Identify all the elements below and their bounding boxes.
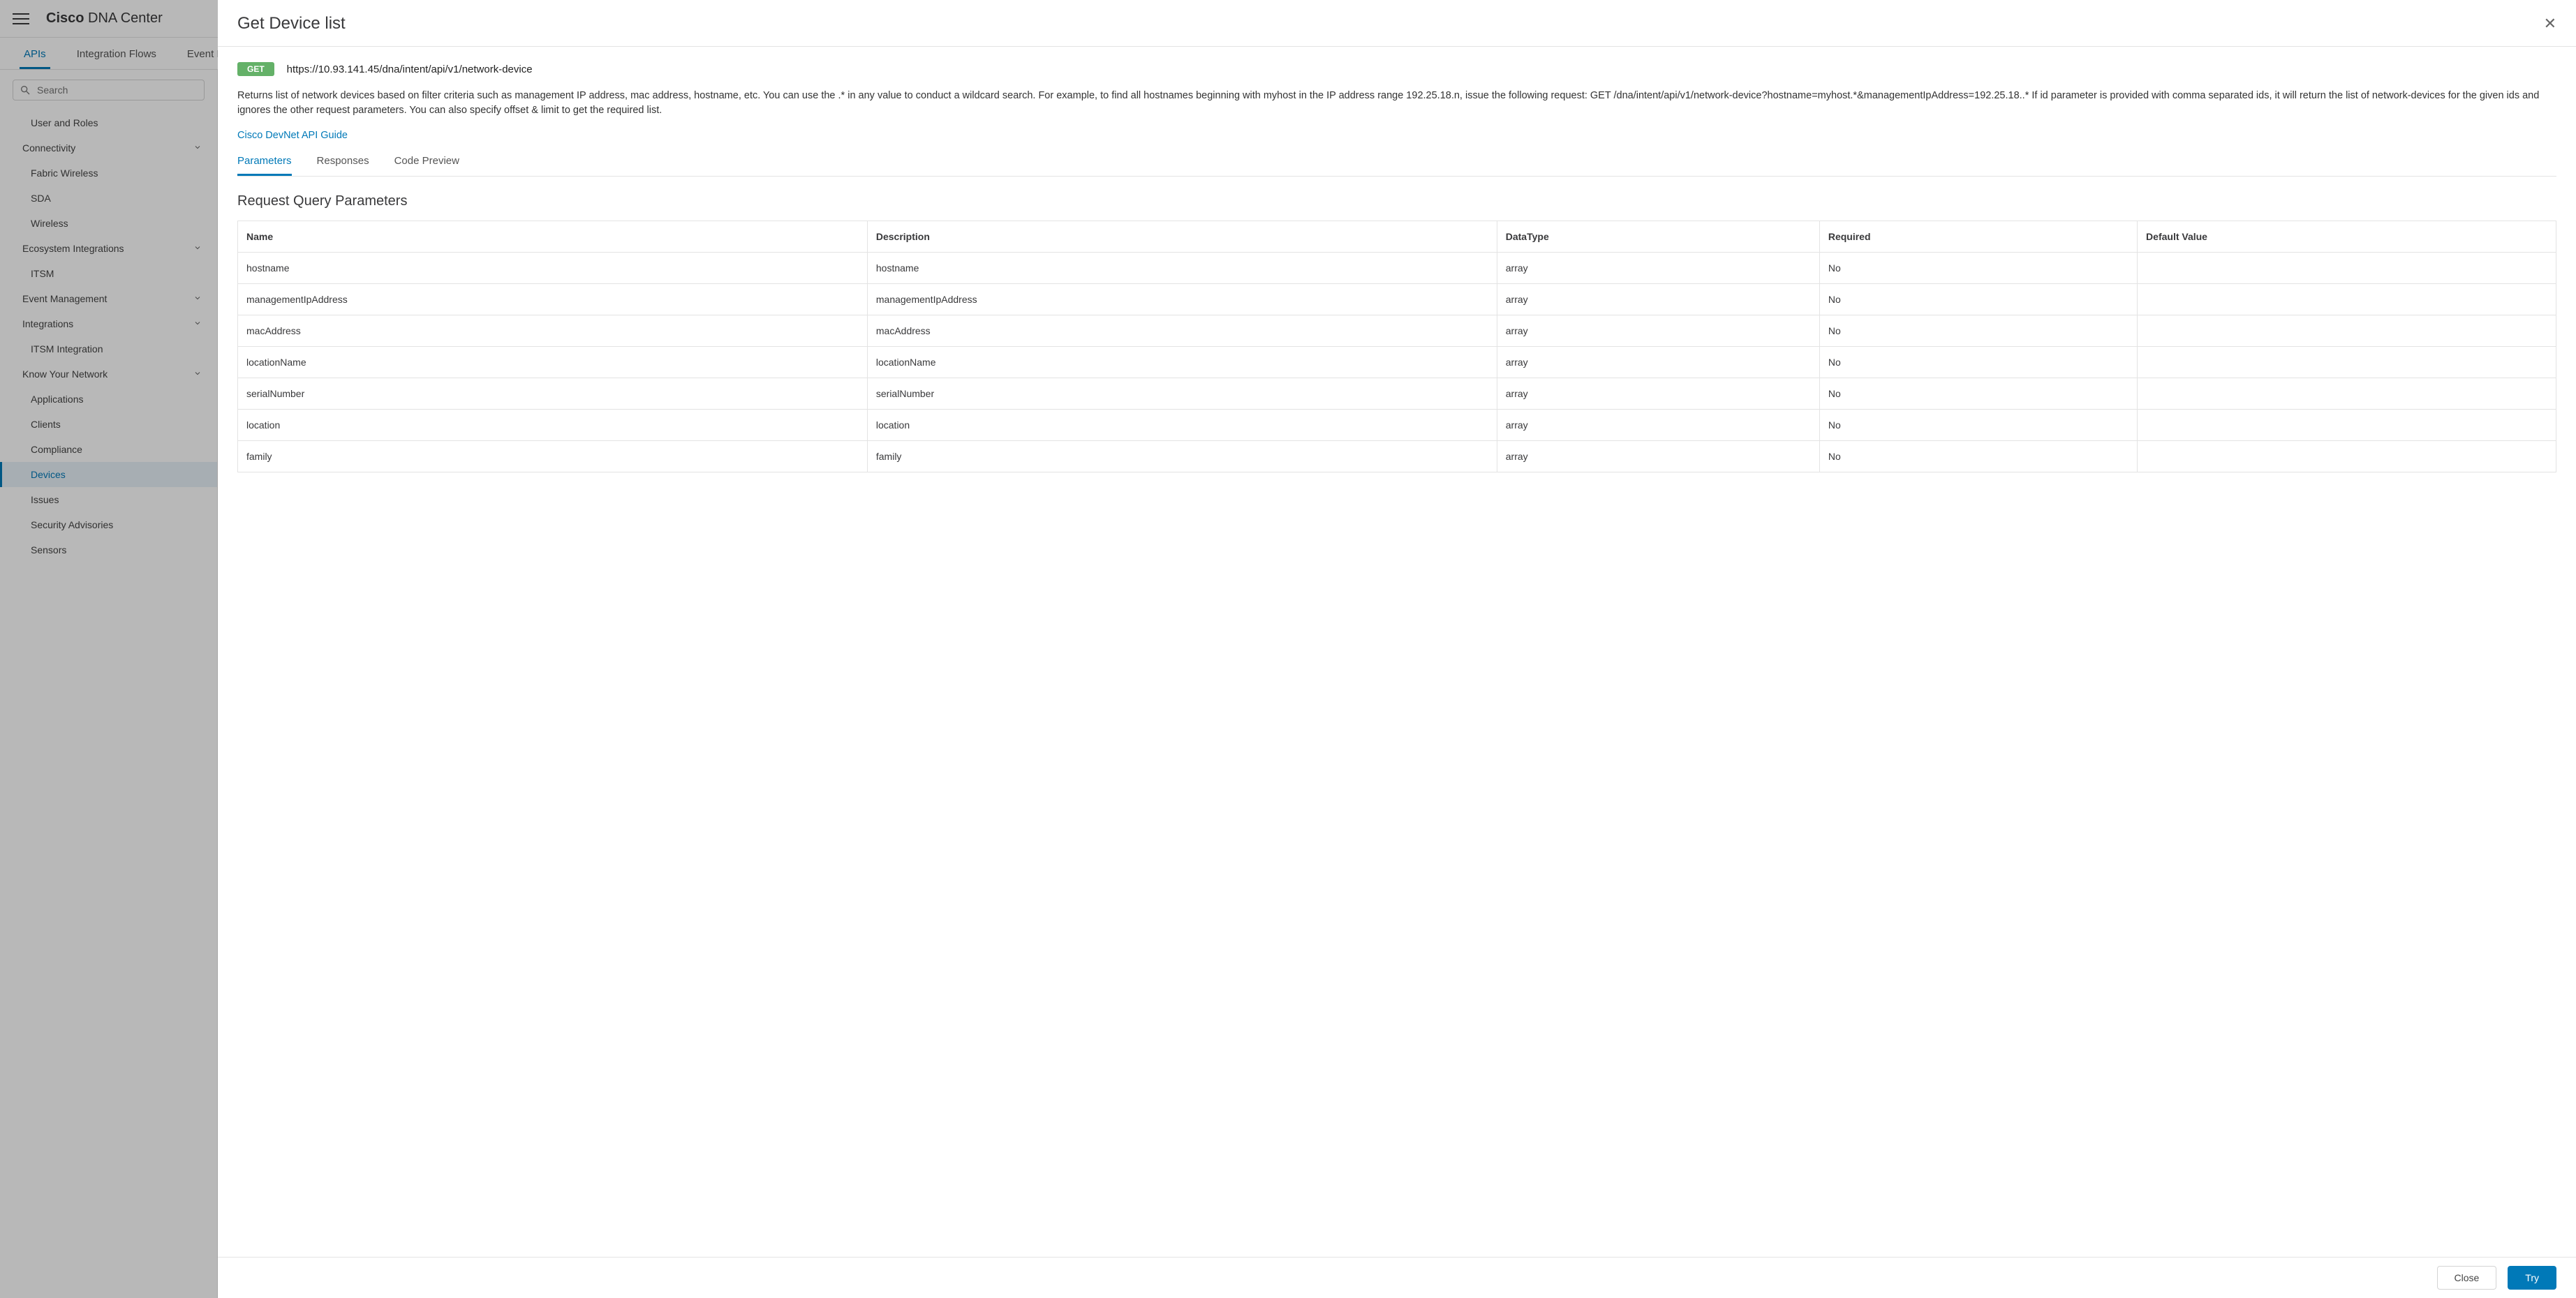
col-description: Description <box>867 221 1497 253</box>
cell-default <box>2138 347 2556 378</box>
table-row: macAddressmacAddressarrayNo <box>238 315 2556 347</box>
cell-description: serialNumber <box>867 378 1497 410</box>
cell-name: locationName <box>238 347 868 378</box>
devnet-guide-link[interactable]: Cisco DevNet API Guide <box>237 130 348 141</box>
cell-description: location <box>867 410 1497 441</box>
params-table: NameDescriptionDataTypeRequiredDefault V… <box>237 221 2556 472</box>
cell-required: No <box>1819 378 2137 410</box>
section-title: Request Query Parameters <box>237 193 2556 209</box>
cell-default <box>2138 410 2556 441</box>
table-row: locationNamelocationNamearrayNo <box>238 347 2556 378</box>
endpoint-url: https://10.93.141.45/dna/intent/api/v1/n… <box>287 64 533 75</box>
cell-description: locationName <box>867 347 1497 378</box>
col-name: Name <box>238 221 868 253</box>
sub-tab-responses[interactable]: Responses <box>317 155 369 176</box>
cell-datatype: array <box>1497 315 1819 347</box>
cell-default <box>2138 315 2556 347</box>
cell-description: managementIpAddress <box>867 284 1497 315</box>
try-button[interactable]: Try <box>2508 1266 2556 1290</box>
cell-name: macAddress <box>238 315 868 347</box>
cell-default <box>2138 441 2556 472</box>
sub-tab-code-preview[interactable]: Code Preview <box>394 155 459 176</box>
table-row: locationlocationarrayNo <box>238 410 2556 441</box>
close-button[interactable]: Close <box>2437 1266 2497 1290</box>
cell-default <box>2138 284 2556 315</box>
endpoint-description: Returns list of network devices based on… <box>237 89 2556 118</box>
cell-name: family <box>238 441 868 472</box>
cell-required: No <box>1819 315 2137 347</box>
cell-default <box>2138 253 2556 284</box>
cell-datatype: array <box>1497 284 1819 315</box>
cell-datatype: array <box>1497 410 1819 441</box>
sub-tab-parameters[interactable]: Parameters <box>237 155 292 176</box>
cell-datatype: array <box>1497 441 1819 472</box>
api-detail-panel: Get Device list ✕ GET https://10.93.141.… <box>218 0 2576 1298</box>
cell-name: managementIpAddress <box>238 284 868 315</box>
cell-required: No <box>1819 347 2137 378</box>
cell-required: No <box>1819 253 2137 284</box>
table-row: serialNumberserialNumberarrayNo <box>238 378 2556 410</box>
cell-default <box>2138 378 2556 410</box>
cell-required: No <box>1819 284 2137 315</box>
table-row: hostnamehostnamearrayNo <box>238 253 2556 284</box>
col-default-value: Default Value <box>2138 221 2556 253</box>
cell-description: family <box>867 441 1497 472</box>
cell-datatype: array <box>1497 347 1819 378</box>
cell-name: hostname <box>238 253 868 284</box>
col-required: Required <box>1819 221 2137 253</box>
cell-required: No <box>1819 410 2137 441</box>
cell-datatype: array <box>1497 253 1819 284</box>
col-datatype: DataType <box>1497 221 1819 253</box>
cell-name: location <box>238 410 868 441</box>
cell-required: No <box>1819 441 2137 472</box>
cell-description: hostname <box>867 253 1497 284</box>
cell-datatype: array <box>1497 378 1819 410</box>
detail-sub-tabs: Parameters Responses Code Preview <box>237 155 2556 177</box>
table-row: familyfamilyarrayNo <box>238 441 2556 472</box>
close-icon[interactable]: ✕ <box>2544 15 2556 33</box>
table-row: managementIpAddressmanagementIpAddressar… <box>238 284 2556 315</box>
cell-description: macAddress <box>867 315 1497 347</box>
cell-name: serialNumber <box>238 378 868 410</box>
panel-title: Get Device list <box>237 14 346 33</box>
http-method-chip: GET <box>237 62 274 76</box>
modal-overlay: Get Device list ✕ GET https://10.93.141.… <box>0 0 2576 1298</box>
